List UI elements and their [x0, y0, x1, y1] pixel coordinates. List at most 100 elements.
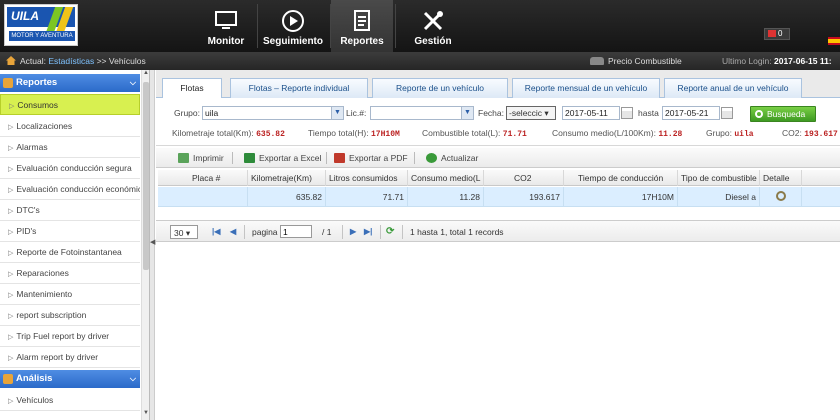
monitor-icon: [215, 11, 237, 29]
scroll-down-icon[interactable]: ▼: [142, 410, 149, 420]
triangle-right-icon: ▷: [8, 271, 14, 278]
sidebar-section-reportes[interactable]: Reportes ⌵: [0, 74, 140, 92]
sidebar-item-dtcs[interactable]: ▷ DTC's: [0, 200, 140, 221]
sidebar-item-label: PID's: [16, 226, 37, 236]
table-header: Placa # Kilometraje(Km) Litros consumido…: [158, 170, 840, 186]
refresh-button[interactable]: Actualizar: [426, 151, 478, 165]
group-select[interactable]: uila ▼: [202, 106, 344, 120]
sidebar-item-eval-economica[interactable]: ▷ Evaluación conducción económica: [0, 179, 140, 200]
sidebar-scrollbar[interactable]: ▲ ▼: [141, 70, 149, 420]
column-header-litros[interactable]: Litros consumidos: [326, 170, 408, 186]
last-login-value: 2017-06-15 11:: [773, 56, 832, 66]
collapse-left-icon[interactable]: ◀: [150, 238, 155, 246]
uila-logo[interactable]: UILA MOTOR Y AVENTURA: [4, 4, 78, 46]
sidebar-splitter[interactable]: ◀: [150, 70, 155, 420]
nav-reportes[interactable]: Reportes: [331, 0, 393, 52]
sidebar-item-pids[interactable]: ▷ PID's: [0, 221, 140, 242]
date-from-input[interactable]: 2017-05-11: [562, 106, 633, 120]
page-label: pagina: [252, 227, 278, 237]
triangle-right-icon: ▷: [8, 292, 14, 299]
summary-label: Grupo:: [706, 128, 732, 138]
calendar-icon[interactable]: [621, 107, 633, 119]
column-header-consumo[interactable]: Consumo medio(L: [408, 170, 484, 186]
plate-select[interactable]: ▼: [370, 106, 474, 120]
search-button[interactable]: Busqueda: [750, 106, 816, 122]
calendar-icon[interactable]: [721, 107, 733, 119]
next-page-icon[interactable]: ▶: [350, 225, 356, 239]
sidebar-item-vehiculos[interactable]: ▷ Vehículos: [0, 390, 140, 411]
triangle-right-icon: ▷: [8, 166, 14, 173]
triangle-right-icon: ▷: [8, 334, 14, 341]
sidebar-item-alarm-report[interactable]: ▷ Alarm report by driver: [0, 347, 140, 368]
tab-mensual[interactable]: Reporte mensual de un vehículo: [512, 78, 660, 98]
cell-tipo: Diesel a: [678, 187, 760, 207]
sidebar-item-reparaciones[interactable]: ▷ Reparaciones: [0, 263, 140, 284]
date-to-value: 2017-05-21: [665, 108, 709, 118]
nav-seguimiento[interactable]: Seguimiento: [258, 0, 328, 52]
column-header-co2[interactable]: CO2: [484, 170, 564, 186]
nav-gestion[interactable]: Gestión: [404, 0, 462, 52]
export-pdf-button[interactable]: Exportar a PDF: [334, 151, 408, 165]
sidebar-item-label: Alarmas: [16, 142, 48, 152]
prev-page-icon[interactable]: ◀: [230, 225, 236, 239]
sidebar-item-eval-segura[interactable]: ▷ Evaluación conducción segura: [0, 158, 140, 179]
sidebar-item-consumos[interactable]: ▷ Consumos: [0, 94, 140, 115]
page-size-select[interactable]: 30 ▾: [170, 225, 198, 239]
sidebar-item-localizaciones[interactable]: ▷ Localizaciones: [0, 116, 140, 137]
sidebar-section-title: Reportes: [16, 77, 58, 88]
messages-count: 0: [778, 29, 783, 38]
sidebar-item-mantenimiento[interactable]: ▷ Mantenimiento: [0, 284, 140, 305]
column-header-kilometraje[interactable]: Kilometraje(Km): [248, 170, 326, 186]
nav-monitor[interactable]: Monitor: [198, 0, 254, 52]
summary-value: 635.82: [256, 130, 285, 139]
column-header-tiempo[interactable]: Tiempo de conducción: [564, 170, 678, 186]
scroll-up-icon[interactable]: ▲: [142, 70, 149, 80]
summary-avg: Consumo medio(L/100Km): 11.28: [552, 128, 682, 139]
scrollbar-thumb[interactable]: [143, 82, 149, 270]
sidebar-item-label: Reparaciones: [16, 268, 69, 278]
last-page-icon[interactable]: ▶|: [364, 225, 372, 239]
date-mode-select[interactable]: -seleccic ▾: [506, 106, 556, 120]
breadcrumb-prefix: Actual:: [20, 56, 46, 66]
summary-mileage: Kilometraje total(Km): 635.82: [172, 128, 285, 139]
page-input[interactable]: [280, 225, 312, 238]
triangle-right-icon: ▷: [8, 250, 14, 257]
tab-anual[interactable]: Reporte anual de un vehículo: [664, 78, 802, 98]
print-button[interactable]: Imprimir: [178, 151, 224, 165]
summary-co2: CO2: 193.617: [782, 128, 838, 139]
report-tabs: Flotas Flotas – Reporte individual Repor…: [156, 70, 840, 99]
column-header-placa[interactable]: Placa #: [158, 170, 248, 186]
sidebar-section-analisis[interactable]: Análisis ⌵: [0, 370, 140, 388]
tab-flotas-individual[interactable]: Flotas – Reporte individual: [230, 78, 368, 98]
sidebar-item-label: Evaluación conducción económica: [16, 184, 140, 194]
cell-consumo: 11.28: [408, 187, 484, 207]
refresh-icon[interactable]: ⟳: [386, 225, 394, 239]
table-row[interactable]: 635.82 71.71 11.28 193.617 17H10M Diesel…: [158, 187, 840, 207]
nav-monitor-label: Monitor: [207, 36, 245, 47]
column-header-detalle[interactable]: Detalle: [760, 170, 802, 186]
sidebar-item-trip-fuel[interactable]: ▷ Trip Fuel report by driver: [0, 326, 140, 347]
export-excel-button[interactable]: Exportar a Excel: [244, 151, 321, 165]
first-page-icon[interactable]: |◀: [212, 225, 220, 239]
home-icon[interactable]: [6, 56, 16, 65]
tab-flotas[interactable]: Flotas: [162, 78, 222, 99]
summary-label: Combustible total(L):: [422, 128, 501, 138]
group-label: Grupo:: [174, 108, 200, 118]
date-to-input[interactable]: 2017-05-21: [662, 106, 733, 120]
column-header-tipo[interactable]: Tipo de combustible: [678, 170, 760, 186]
sidebar-item-fotoinstantanea[interactable]: ▷ Reporte de Fotoinstantanea: [0, 242, 140, 263]
summary-label: CO2:: [782, 128, 802, 138]
logo-text: UILA: [11, 9, 39, 23]
sidebar-item-report-subscription[interactable]: ▷ report subscription: [0, 305, 140, 326]
spain-flag-icon[interactable]: [828, 37, 840, 45]
messages-badge[interactable]: 0: [764, 28, 790, 40]
breadcrumb-link-estadisticas[interactable]: Estadísticas: [48, 56, 94, 66]
summary-value: 17H10M: [371, 130, 400, 139]
triangle-right-icon: ▷: [8, 208, 14, 215]
tab-vehiculo[interactable]: Reporte de un vehículo: [372, 78, 508, 98]
sidebar-item-alarmas[interactable]: ▷ Alarmas: [0, 137, 140, 158]
fuel-price-link[interactable]: Precio Combustible: [590, 52, 682, 70]
sidebar-item-label: Trip Fuel report by driver: [16, 331, 110, 341]
magnifier-icon[interactable]: [775, 191, 786, 201]
nav-reportes-label: Reportes: [340, 36, 384, 47]
